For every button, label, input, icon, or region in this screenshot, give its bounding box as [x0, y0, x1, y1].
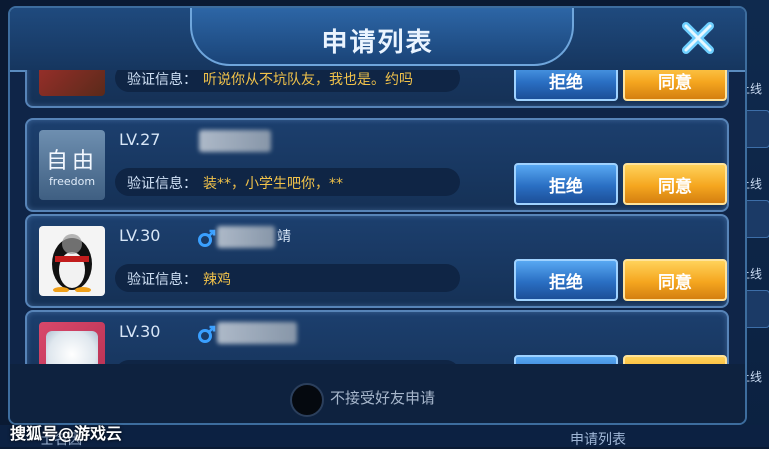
male-icon	[198, 325, 216, 343]
accept-button[interactable]: 同意	[623, 70, 727, 101]
verify-label: 验证信息：	[127, 72, 197, 88]
verify-message: 听说你从不坑队友，我也是。约吗	[203, 72, 413, 88]
request-card: LV.30 验证信息： 拒绝 同意	[25, 310, 729, 364]
close-button[interactable]	[677, 18, 719, 58]
verify-message: 辣鸡	[203, 272, 231, 288]
player-name: 靖	[277, 229, 291, 245]
avatar[interactable]	[39, 70, 105, 96]
request-card: LV.30 靖 验证信息： 辣鸡 拒绝 同意	[25, 214, 729, 308]
player-name-redacted	[199, 130, 271, 152]
verify-box: 验证信息： 辣鸡	[115, 264, 460, 292]
bg-tab: 申请列表	[570, 432, 626, 448]
dialog-header: 申请列表	[10, 8, 745, 72]
request-card: 验证信息： 听说你从不坑队友，我也是。约吗 拒绝 同意	[25, 70, 729, 108]
avatar[interactable]: 自由 freedom	[39, 130, 105, 200]
request-card: 自由 freedom LV.27 验证信息： 装**，小学生吧你，** 拒绝 同…	[25, 118, 729, 212]
reject-all-toggle[interactable]	[290, 383, 324, 417]
penguin-icon	[52, 234, 92, 292]
reject-button[interactable]: 拒绝	[514, 355, 618, 364]
reject-all-label: 不接受好友申请	[330, 389, 436, 407]
reject-button[interactable]: 拒绝	[514, 259, 618, 301]
player-level: LV.30	[119, 322, 161, 341]
dialog-footer: 不接受好友申请	[10, 364, 745, 423]
reject-button[interactable]: 拒绝	[514, 163, 618, 205]
verify-box: 验证信息： 听说你从不坑队友，我也是。约吗	[115, 70, 460, 92]
player-level: LV.27	[119, 130, 161, 149]
dialog-title: 申请列表	[321, 28, 434, 58]
accept-button[interactable]: 同意	[623, 259, 727, 301]
request-list[interactable]: 验证信息： 听说你从不坑队友，我也是。约吗 拒绝 同意 自由 freedom L…	[10, 70, 745, 364]
accept-button[interactable]: 同意	[623, 355, 727, 364]
avatar-subtext: freedom	[48, 174, 96, 188]
friend-request-dialog: 申请列表 验证信息： 听说你从不坑队友，我也是。约吗 拒绝 同意 自由 free…	[8, 6, 747, 425]
verify-box: 验证信息： 装**，小学生吧你，**	[115, 168, 460, 196]
verify-label: 验证信息：	[127, 176, 197, 192]
avatar[interactable]	[39, 226, 105, 296]
cat-image	[46, 331, 98, 364]
watermark: 搜狐号@游戏云	[10, 424, 123, 443]
reject-button[interactable]: 拒绝	[514, 70, 618, 101]
player-name-redacted	[217, 226, 275, 248]
avatar[interactable]	[39, 322, 105, 364]
verify-message: 装**，小学生吧你，**	[203, 176, 343, 192]
avatar-text: 自由	[45, 148, 98, 174]
player-level: LV.30	[119, 226, 161, 245]
close-icon	[682, 22, 714, 54]
verify-label: 验证信息：	[127, 272, 197, 288]
male-icon	[198, 229, 216, 247]
player-name-redacted	[217, 322, 297, 344]
accept-button[interactable]: 同意	[623, 163, 727, 205]
